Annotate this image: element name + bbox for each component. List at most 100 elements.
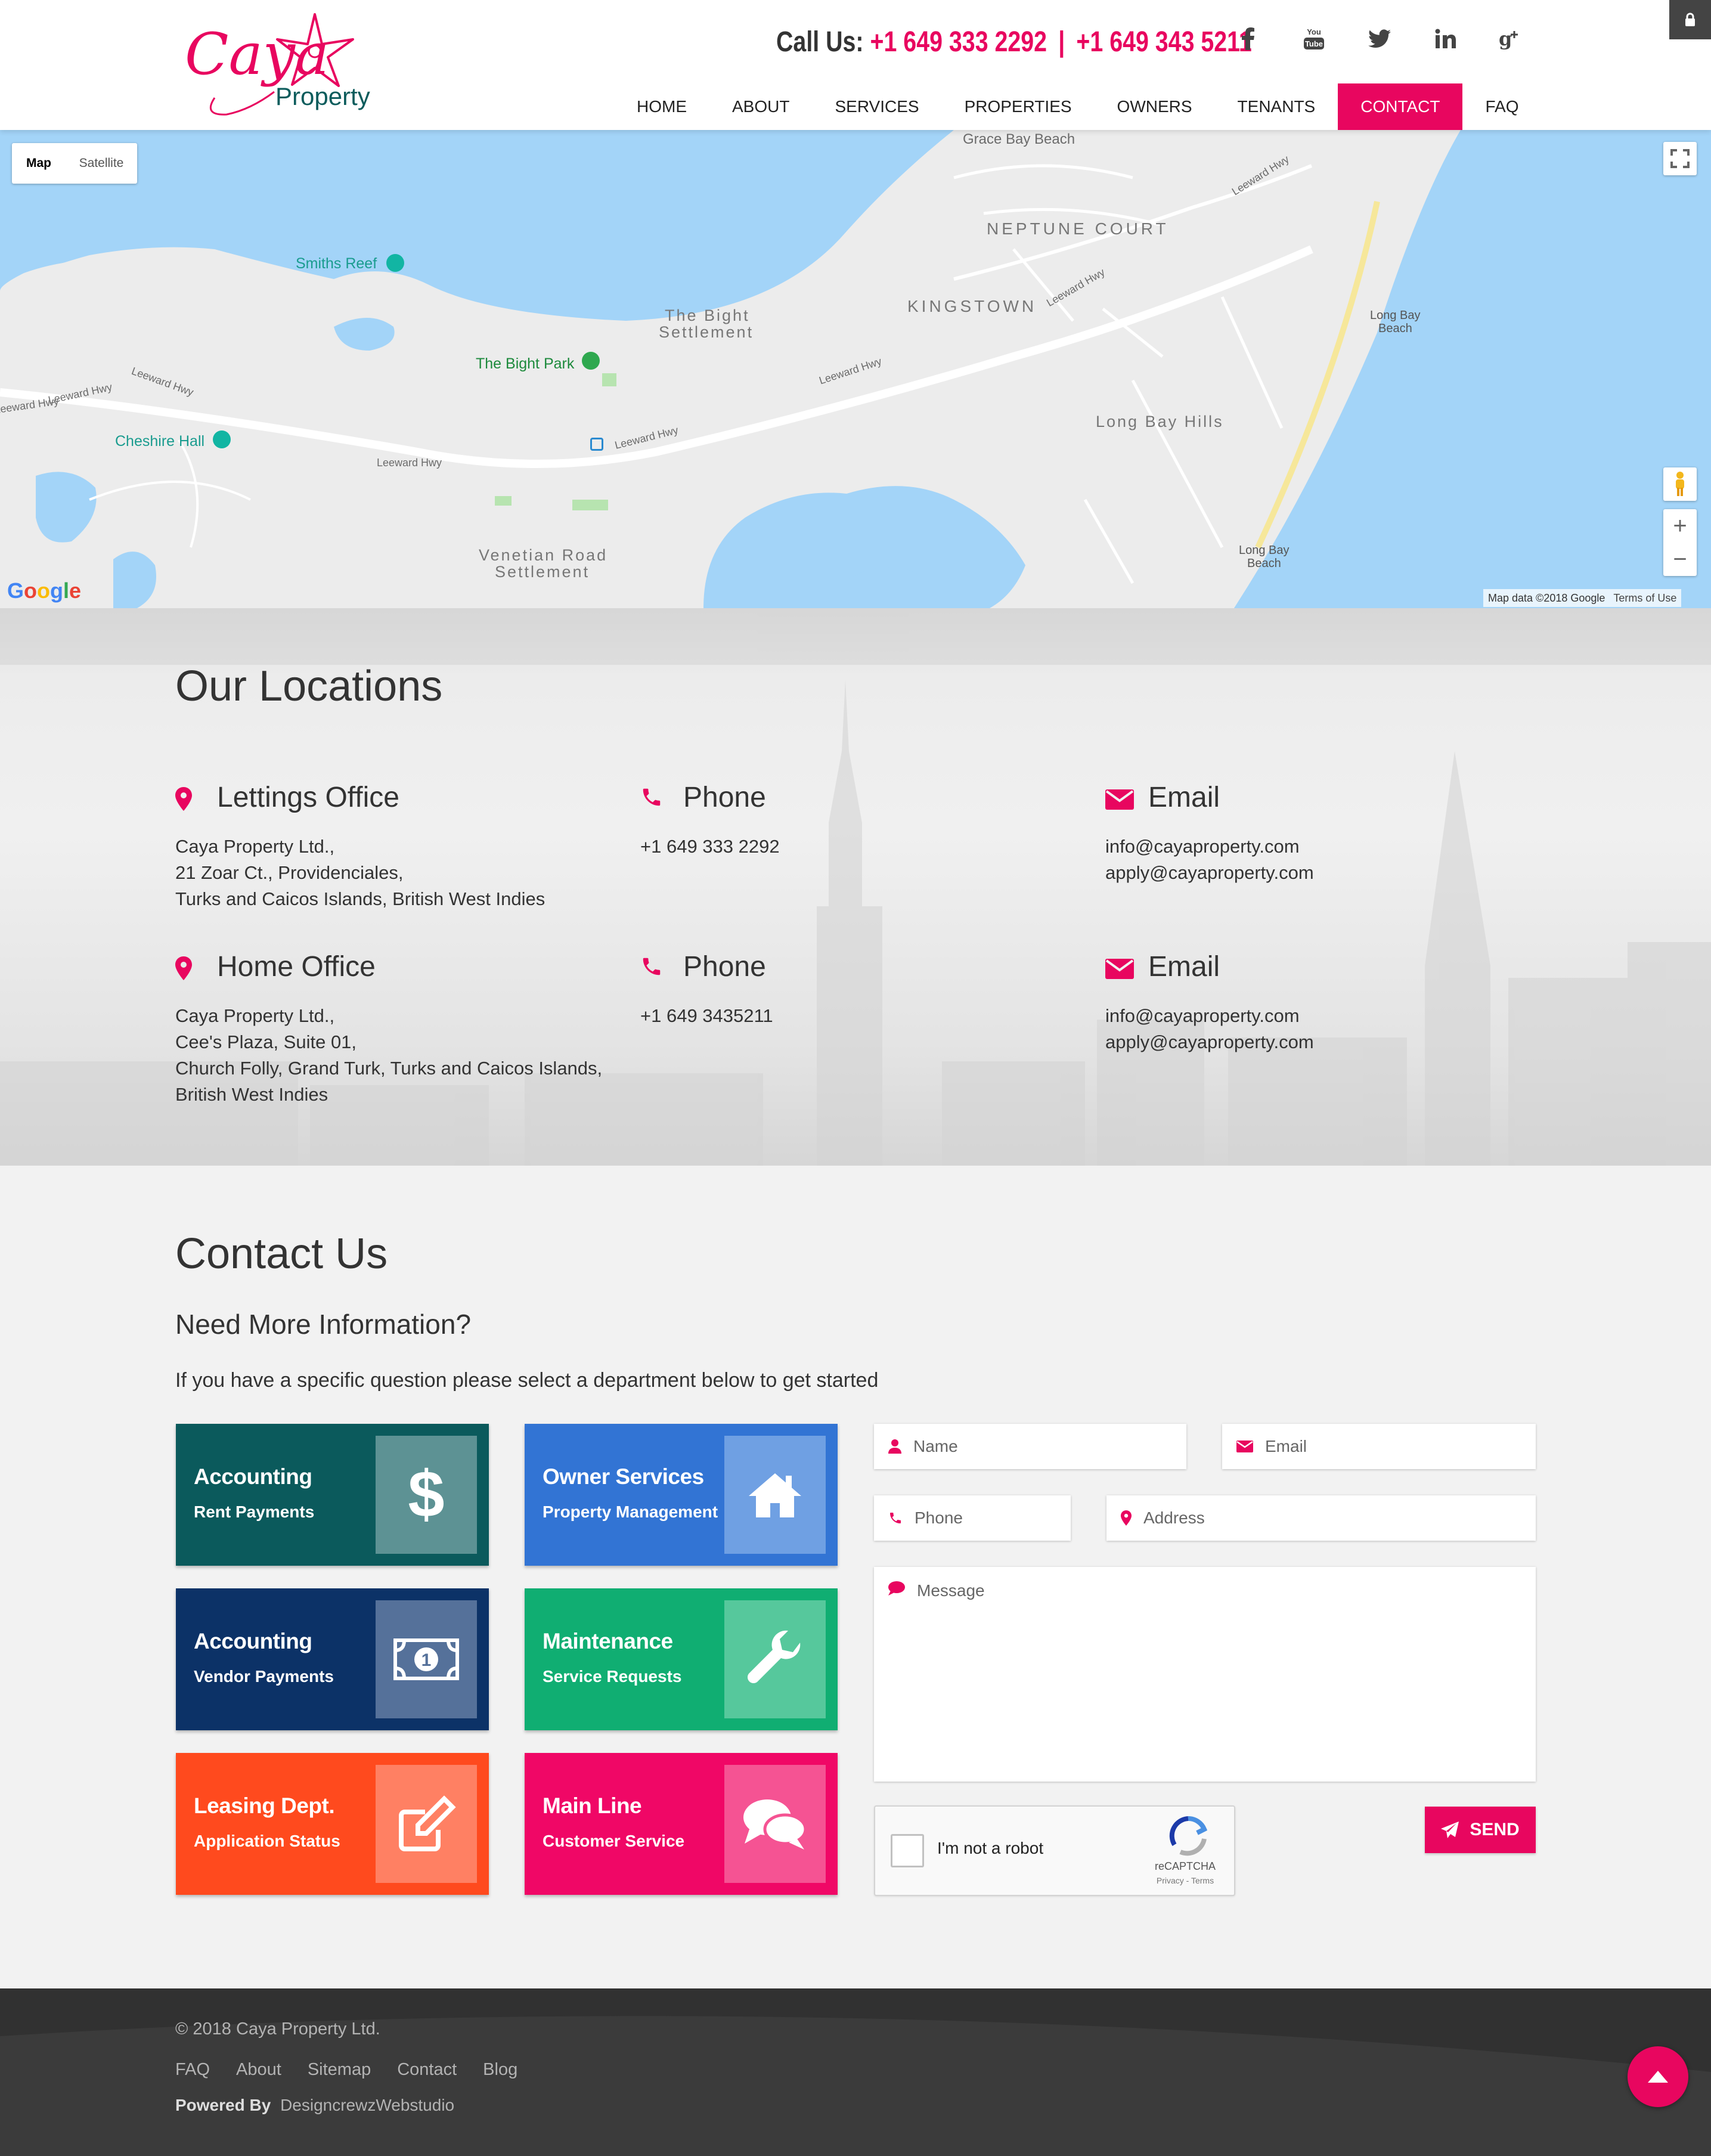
dollar-icon: $ bbox=[376, 1436, 477, 1554]
facebook-icon[interactable] bbox=[1230, 18, 1266, 60]
send-button[interactable]: SEND bbox=[1425, 1807, 1536, 1853]
lettings-email-title: Email bbox=[1148, 782, 1220, 813]
address-line: Church Folly, Grand Turk, Turks and Caic… bbox=[175, 1058, 603, 1079]
user-icon bbox=[888, 1439, 901, 1454]
lettings-phone-number[interactable]: +1 649 333 2292 bbox=[640, 834, 780, 860]
envelope-icon bbox=[1236, 1441, 1253, 1452]
house-icon bbox=[724, 1436, 826, 1554]
email-link[interactable]: apply@cayaproperty.com bbox=[1105, 1029, 1314, 1055]
home-emails: info@cayaproperty.com apply@cayaproperty… bbox=[1105, 1003, 1314, 1055]
phone-link-2[interactable]: +1 649 343 5211 bbox=[1076, 26, 1251, 58]
map-label-long-bay-beach-bot-1: Long Bay bbox=[1239, 544, 1290, 557]
address-line: Turks and Caicos Islands, British West I… bbox=[175, 888, 545, 909]
dept-subtitle: Application Status bbox=[194, 1832, 340, 1850]
map-pin-bight-park[interactable] bbox=[582, 352, 600, 370]
zoom-control: + − bbox=[1663, 509, 1697, 576]
nav-tenants[interactable]: TENANTS bbox=[1215, 83, 1338, 130]
svg-text:1: 1 bbox=[421, 1650, 432, 1670]
recaptcha-links[interactable]: Privacy - Terms bbox=[1137, 1876, 1233, 1885]
google-map[interactable]: Map Satellite + − Grace Bay Beach NEPTUN… bbox=[0, 130, 1711, 608]
caret-up-icon bbox=[1648, 2071, 1668, 2083]
zoom-in-button[interactable]: + bbox=[1663, 509, 1697, 543]
logo-sub: Property bbox=[275, 82, 370, 110]
dept-subtitle: Rent Payments bbox=[194, 1503, 315, 1521]
footer-link-blog[interactable]: Blog bbox=[483, 2060, 517, 2080]
map-marker-icon bbox=[175, 787, 192, 811]
address-field[interactable]: Address bbox=[1106, 1495, 1536, 1541]
phone-field[interactable]: Phone bbox=[874, 1495, 1071, 1541]
map-data-credit: Map data ©2018 Google bbox=[1488, 591, 1605, 604]
map-type-satellite[interactable]: Satellite bbox=[66, 143, 137, 184]
nav-services[interactable]: SERVICES bbox=[812, 83, 941, 130]
footer-link-about[interactable]: About bbox=[236, 2060, 281, 2080]
call-us: Call Us: +1 649 333 2292 | +1 649 343 52… bbox=[776, 21, 1252, 63]
address-line: 21 Zoar Ct., Providenciales, bbox=[175, 862, 404, 883]
map-pin-smiths-reef[interactable] bbox=[386, 254, 404, 272]
main-nav: HOME ABOUT SERVICES PROPERTIES OWNERS TE… bbox=[614, 83, 1542, 130]
phone-link-1[interactable]: +1 649 333 2292 bbox=[870, 26, 1047, 58]
email-field[interactable]: Email bbox=[1222, 1424, 1536, 1469]
dept-tile-owner-services[interactable]: Owner Services Property Management bbox=[525, 1424, 838, 1566]
paper-plane-icon bbox=[1441, 1822, 1459, 1838]
edit-icon bbox=[376, 1765, 477, 1883]
fullscreen-button[interactable] bbox=[1663, 142, 1697, 175]
nav-faq[interactable]: FAQ bbox=[1462, 83, 1541, 130]
powered-by-link[interactable]: DesigncrewzWebstudio bbox=[280, 2096, 454, 2114]
map-label-bight-1: The Bight bbox=[665, 306, 750, 324]
dept-tile-maintenance[interactable]: Maintenance Service Requests bbox=[525, 1588, 838, 1730]
svg-text:Tube: Tube bbox=[1305, 39, 1323, 48]
dept-title: Maintenance bbox=[543, 1629, 673, 1653]
locations-title: Our Locations bbox=[175, 662, 443, 710]
map-label-grace-bay: Grace Bay Beach bbox=[963, 131, 1075, 147]
contact-subtitle: Need More Information? bbox=[175, 1309, 472, 1340]
map-pin-cheshire-hall[interactable] bbox=[213, 430, 231, 448]
dept-title: Owner Services bbox=[543, 1464, 704, 1489]
name-field[interactable]: Name bbox=[874, 1424, 1186, 1469]
recaptcha-logo-icon bbox=[1169, 1816, 1208, 1856]
map-label-venetian-2: Settlement bbox=[495, 563, 590, 581]
email-link[interactable]: info@cayaproperty.com bbox=[1105, 1003, 1314, 1029]
dept-tile-main-line[interactable]: Main Line Customer Service bbox=[525, 1753, 838, 1895]
footer-link-faq[interactable]: FAQ bbox=[175, 2060, 210, 2080]
comment-icon bbox=[888, 1581, 905, 1596]
caya-property-logo[interactable]: Caya Property bbox=[179, 8, 376, 122]
email-link[interactable]: info@cayaproperty.com bbox=[1105, 834, 1314, 860]
dept-tile-accounting-rent[interactable]: Accounting Rent Payments $ bbox=[176, 1424, 489, 1566]
twitter-icon[interactable] bbox=[1362, 18, 1397, 60]
linkedin-icon[interactable] bbox=[1427, 18, 1463, 60]
map-terms-link[interactable]: Terms of Use bbox=[1613, 592, 1676, 605]
map-type-map[interactable]: Map bbox=[12, 143, 66, 184]
footer-link-sitemap[interactable]: Sitemap bbox=[308, 2060, 371, 2080]
dept-tile-leasing[interactable]: Leasing Dept. Application Status bbox=[176, 1753, 489, 1895]
copyright: © 2018 Caya Property Ltd. bbox=[175, 2019, 380, 2039]
dept-subtitle: Service Requests bbox=[543, 1667, 682, 1686]
pegman-icon bbox=[1676, 472, 1684, 496]
footer-link-contact[interactable]: Contact bbox=[397, 2060, 457, 2080]
google-logo[interactable]: Google bbox=[7, 578, 81, 603]
nav-properties[interactable]: PROPERTIES bbox=[942, 83, 1095, 130]
map-type-control: Map Satellite bbox=[12, 143, 137, 184]
street-view-pegman[interactable] bbox=[1663, 467, 1697, 501]
dept-subtitle: Customer Service bbox=[543, 1832, 685, 1850]
message-field[interactable]: Message bbox=[874, 1567, 1536, 1782]
lettings-office-title: Lettings Office bbox=[217, 782, 399, 813]
address-line: British West Indies bbox=[175, 1084, 328, 1105]
nav-contact[interactable]: CONTACT bbox=[1338, 83, 1463, 130]
money-bill-icon: 1 bbox=[376, 1600, 477, 1718]
google-plus-icon[interactable]: g bbox=[1493, 18, 1529, 60]
nav-owners[interactable]: OWNERS bbox=[1095, 83, 1215, 130]
nav-home[interactable]: HOME bbox=[614, 83, 709, 130]
map-label-long-bay-hills: Long Bay Hills bbox=[1096, 413, 1224, 430]
nav-about[interactable]: ABOUT bbox=[709, 83, 812, 130]
svg-text:You: You bbox=[1307, 27, 1321, 36]
login-lock-button[interactable] bbox=[1669, 0, 1711, 39]
email-link[interactable]: apply@cayaproperty.com bbox=[1105, 860, 1314, 886]
home-phone-number[interactable]: +1 649 3435211 bbox=[640, 1003, 773, 1029]
chat-icon bbox=[724, 1765, 826, 1883]
zoom-out-button[interactable]: − bbox=[1663, 543, 1697, 576]
youtube-icon[interactable]: You Tube bbox=[1296, 18, 1332, 60]
back-to-top-button[interactable] bbox=[1628, 2046, 1688, 2107]
map-label-long-bay-beach-top-1: Long Bay bbox=[1370, 309, 1421, 322]
recaptcha-checkbox[interactable] bbox=[891, 1834, 924, 1867]
dept-tile-accounting-vendor[interactable]: Accounting Vendor Payments 1 bbox=[176, 1588, 489, 1730]
